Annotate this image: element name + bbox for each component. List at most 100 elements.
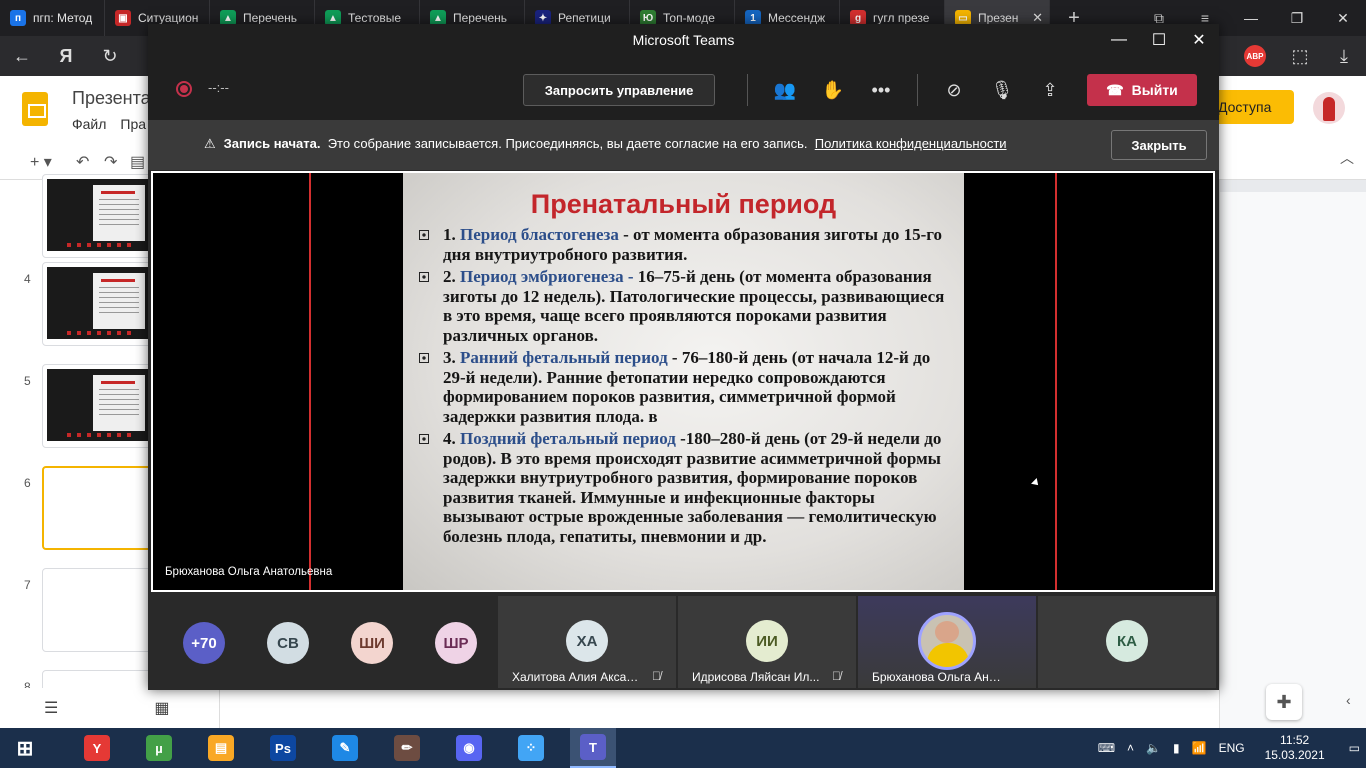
back-icon[interactable]: ←	[0, 36, 44, 76]
clock[interactable]: 11:52 15.03.2021	[1265, 733, 1325, 763]
downloads-icon[interactable]: ⤓	[1322, 36, 1366, 76]
slide-thumbnail[interactable]	[42, 174, 152, 258]
taskbar-teams[interactable]: T	[570, 728, 616, 768]
extensions-icon[interactable]: ⬚	[1278, 36, 1322, 76]
participants-icon[interactable]: 👥	[768, 74, 802, 106]
participant-tile[interactable]: Брюханова Ольга Анатол...	[858, 596, 1036, 688]
participant-tile[interactable]: ХА Халитова Алия Аксан... 🎙̸	[498, 596, 676, 688]
maximize-icon[interactable]: ❐	[1274, 0, 1320, 36]
more-actions-icon[interactable]: •••	[864, 74, 898, 106]
notifications-icon[interactable]: ▭	[1349, 741, 1360, 755]
network-icon[interactable]: 📶	[1192, 741, 1207, 755]
share-screen-icon[interactable]: ⇪	[1033, 74, 1067, 106]
tab-title: пгп: Метод	[33, 11, 93, 25]
meeting-controls: --:-- Запросить управление 👥 ✋ ••• ⊘ 🎙 ⇪…	[148, 56, 1219, 120]
language-indicator[interactable]: ENG	[1219, 741, 1245, 755]
yandex-icon[interactable]: Я	[44, 36, 88, 76]
close-icon[interactable]: ✕	[1320, 0, 1366, 36]
taskbar-yandex-browser[interactable]: Y	[74, 728, 120, 768]
tab-title: Репетици	[558, 11, 611, 25]
discord-icon: ◉	[456, 735, 482, 761]
print-icon[interactable]: ▤	[130, 152, 145, 172]
close-banner-button[interactable]: Закрыть	[1111, 130, 1207, 160]
menu-file[interactable]: Файл	[72, 116, 106, 132]
taskbar-pencil-app[interactable]: ✏	[384, 728, 430, 768]
explore-icon[interactable]: ✚	[1266, 684, 1302, 720]
volume-icon[interactable]: 🔈	[1146, 741, 1161, 755]
tab-title: Ситуацион	[138, 11, 199, 25]
screen-share-stage: Пренатальный период 1. Период бластогене…	[151, 171, 1215, 592]
menu-edit[interactable]: Пра	[120, 116, 146, 132]
slide-thumbnail[interactable]	[42, 568, 152, 652]
divider-line	[1055, 173, 1057, 590]
shared-slide: Пренатальный период 1. Период бластогене…	[403, 173, 964, 590]
mic-off-icon[interactable]: 🎙	[985, 74, 1019, 106]
slide-number: 7	[24, 578, 31, 592]
slide-bullet: 2. Период эмбриогенеза - 16–75-й день (о…	[417, 267, 957, 345]
bullet-term: Поздний фетальный период	[460, 429, 676, 448]
utorrent-icon: µ	[146, 735, 172, 761]
bullet-number: 2.	[443, 267, 456, 286]
tab-favicon-icon: п	[10, 10, 26, 26]
slide-thumbnail[interactable]	[42, 262, 152, 346]
teams-minimize-icon[interactable]: —	[1099, 24, 1139, 56]
taskbar-utorrent[interactable]: µ	[136, 728, 182, 768]
teams-maximize-icon[interactable]: ☐	[1139, 24, 1179, 56]
participant-name: Идрисова Ляйсан Ил...	[692, 670, 820, 684]
tray-up-icon[interactable]: ˄	[1127, 741, 1134, 755]
leave-button[interactable]: ☎ Выйти	[1087, 74, 1197, 106]
new-slide-icon[interactable]: + ▾	[30, 152, 52, 172]
taskbar-vector-app[interactable]: ✎	[322, 728, 368, 768]
camera-off-icon[interactable]: ⊘	[937, 74, 971, 106]
participant-tile[interactable]: ИИ Идрисова Ляйсан Ил... 🎙̸	[678, 596, 856, 688]
request-control-button[interactable]: Запросить управление	[523, 74, 715, 106]
tab-title: Перечень	[453, 11, 508, 25]
slides-logo-icon[interactable]	[22, 92, 48, 126]
meeting-timer: --:--	[208, 80, 229, 95]
taskbar-photoshop[interactable]: Ps	[260, 728, 306, 768]
taskbar-discord[interactable]: ◉	[446, 728, 492, 768]
teams-close-icon[interactable]: ✕	[1179, 24, 1219, 56]
reload-icon[interactable]: ↻	[88, 36, 132, 76]
share-button[interactable]: Доступа	[1210, 90, 1294, 124]
taskbar-file-explorer[interactable]: ▤	[198, 728, 244, 768]
undo-icon[interactable]: ↶	[76, 152, 89, 172]
redo-icon[interactable]: ↷	[104, 152, 117, 172]
tab-title: Перечень	[243, 11, 298, 25]
tab-title: Мессендж	[768, 11, 826, 25]
adblock-icon[interactable]: ABP	[1244, 45, 1266, 67]
participants-strip: +70 СВ ШИ ШР ХА Халитова Алия Аксан... 🎙̸ ИИ Идр…	[148, 594, 1219, 690]
windows-start-icon[interactable]: ⊞	[2, 728, 48, 768]
presentation-title[interactable]: Презента	[72, 88, 151, 109]
chevron-left-icon[interactable]: ‹	[1346, 692, 1351, 708]
tab-title: Тестовые	[348, 11, 402, 25]
teams-window: Microsoft Teams — ☐ ✕ --:-- Запросить уп…	[148, 24, 1219, 690]
raise-hand-icon[interactable]: ✋	[816, 74, 850, 106]
slide-thumbnail[interactable]	[42, 466, 152, 550]
browser-tab[interactable]: п пгп: Метод	[0, 0, 105, 36]
participant-name: Брюханова Ольга Анатол...	[872, 670, 1002, 684]
battery-icon[interactable]: ▮	[1173, 741, 1180, 755]
privacy-policy-link[interactable]: Политика конфиденциальности	[815, 136, 1007, 151]
keyboard-icon[interactable]: ⌨	[1098, 741, 1115, 755]
screen: п пгп: Метод ▣ Ситуацион ▲ Перечень ▲ Тестовые ▲…	[0, 0, 1366, 768]
slide-filmstrip: 45678	[0, 174, 152, 754]
more-participants-badge[interactable]: +70	[183, 622, 225, 664]
collapse-menu-icon[interactable]: ︿	[1340, 148, 1354, 168]
grid-view-icon[interactable]: ▦	[154, 698, 169, 718]
list-view-icon[interactable]: ☰	[44, 698, 58, 718]
slide-thumbnail[interactable]	[42, 364, 152, 448]
participant-avatar[interactable]: ШИ	[351, 622, 393, 664]
participant-avatar[interactable]: ШР	[435, 622, 477, 664]
dots-app-icon: ⁘	[518, 735, 544, 761]
bullet-number: 1.	[443, 225, 456, 244]
mic-muted-icon: 🎙̸	[652, 669, 661, 683]
participant-avatar: ИИ	[746, 620, 788, 662]
clock-time: 11:52	[1280, 733, 1310, 747]
participant-avatar[interactable]: СВ	[267, 622, 309, 664]
avatar[interactable]	[1313, 92, 1345, 124]
minimize-icon[interactable]: —	[1228, 0, 1274, 36]
participant-tile[interactable]: КА	[1038, 596, 1216, 688]
taskbar-dots-app[interactable]: ⁘	[508, 728, 554, 768]
slides-side-panel	[1219, 180, 1366, 728]
